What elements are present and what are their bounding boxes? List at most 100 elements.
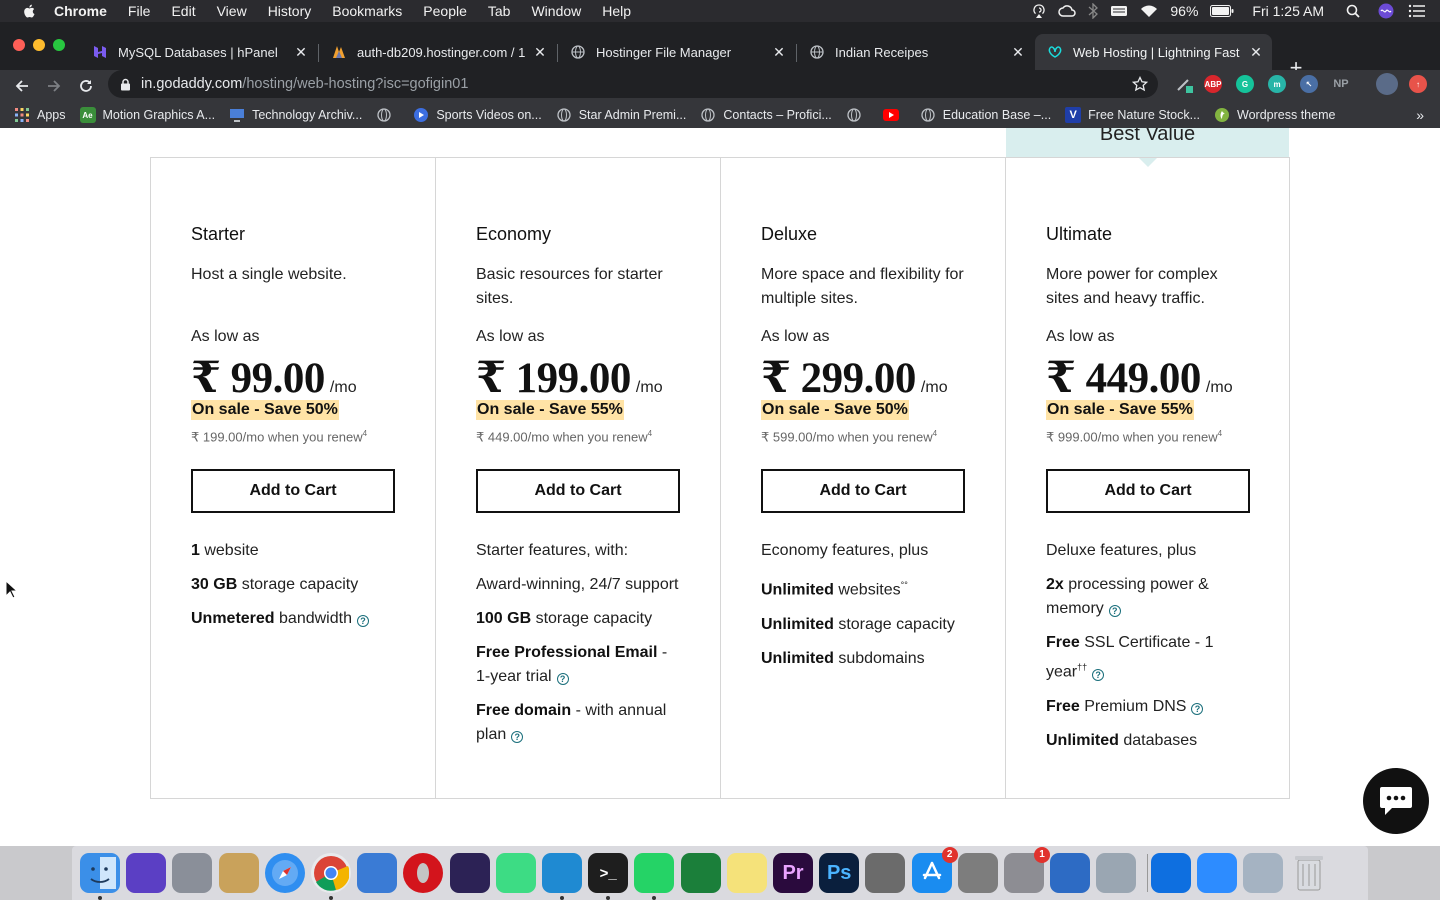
tab-close-icon[interactable]: ✕ [293,44,309,60]
dock-automator-icon[interactable] [1096,853,1137,893]
dock-sequel-elephant-icon[interactable] [957,853,998,893]
menu-tab[interactable]: Tab [488,3,511,19]
window-close-button[interactable] [13,39,25,51]
notification-center-icon[interactable] [1408,4,1426,18]
dock-chrome-icon[interactable] [311,853,351,893]
help-question-icon[interactable]: ? [356,615,369,628]
keyboard-icon[interactable] [1110,4,1128,18]
adblock-plus-icon[interactable]: ABP [1204,75,1222,93]
tab-close-icon[interactable]: ✕ [1010,44,1026,60]
wifi-icon[interactable] [1140,4,1158,18]
battery-icon[interactable] [1210,5,1234,17]
dock-whatsapp-icon[interactable] [634,853,675,893]
dock-preview-icon[interactable] [1243,853,1283,893]
tab-mysql-databases[interactable]: MySQL Databases | hPanel ✕ [80,34,317,70]
dock-zoom-icon[interactable] [1196,853,1237,893]
apple-logo-icon[interactable] [20,3,40,19]
dock-xcode-tools-icon[interactable] [357,853,398,893]
help-question-icon[interactable]: ? [511,731,524,744]
dock-terminal-icon[interactable]: >_ [588,853,629,893]
dock-premiere-icon[interactable]: Pr [773,853,813,893]
help-question-icon[interactable]: ? [1191,702,1204,715]
window-zoom-button[interactable] [53,39,65,51]
dock-app-store-icon[interactable]: 2 [911,847,958,893]
dock-vscode-icon[interactable] [542,853,582,893]
menu-view[interactable]: View [217,3,247,19]
dock-notes-icon[interactable] [726,853,767,893]
dock-android-studio-icon[interactable] [495,853,536,893]
tab-close-icon[interactable]: ✕ [532,44,548,60]
dock-launchpad-icon[interactable] [172,853,213,893]
bookmarks-overflow-chevron-icon[interactable]: » [1416,107,1424,123]
bluetooth-icon[interactable] [1088,3,1099,19]
siri-icon[interactable] [1378,3,1394,19]
dock-siri-icon[interactable] [126,853,167,893]
bookmark-sports-videos[interactable]: Sports Videos on... [413,107,542,123]
dock-finder-icon[interactable] [80,853,120,893]
dock-trash-icon[interactable] [1289,853,1329,893]
dock-system-preferences-icon[interactable]: 1 [1004,847,1050,893]
bookmark-nature-stock[interactable]: V Free Nature Stock... [1065,107,1200,123]
dock-preview-stamp-icon[interactable] [218,853,259,893]
address-bar[interactable]: in.godaddy.com/hosting/web-hosting?isc=g… [108,70,1158,98]
dock-opera-icon[interactable] [403,853,444,893]
menu-app-name[interactable]: Chrome [54,3,107,19]
tab-indian-receipes[interactable]: Indian Receipes ✕ [797,34,1034,70]
bookmark-wordpress-theme[interactable]: Wordpress theme [1214,107,1335,123]
bookmark-star-icon[interactable] [1132,76,1148,92]
plan-card-starter: Starter Host a single website. As low as… [151,158,436,798]
spotlight-search-icon[interactable] [1346,4,1360,18]
help-question-icon[interactable]: ? [556,673,569,686]
add-to-cart-button[interactable]: Add to Cart [191,469,395,514]
chat-button[interactable] [1363,768,1429,834]
menu-history[interactable]: History [268,3,312,19]
reload-button[interactable] [74,74,98,98]
bookmark-star-admin[interactable]: Star Admin Premi... [556,107,686,123]
menu-help[interactable]: Help [602,3,631,19]
help-question-icon[interactable]: ? [1092,668,1105,681]
menu-window[interactable]: Window [531,3,581,19]
tab-close-icon[interactable]: ✕ [771,44,787,60]
tab-close-icon[interactable]: ✕ [1248,44,1264,60]
menubar-clock[interactable]: Fri 1:25 AM [1252,3,1324,19]
tab-file-manager[interactable]: Hostinger File Manager ✕ [558,34,795,70]
dock-photoshop-icon[interactable]: Ps [819,853,860,893]
dock-circle-app-icon[interactable] [680,853,721,893]
extension-np-icon[interactable]: NP [1332,75,1350,93]
tab-phpmyadmin[interactable]: auth-db209.hostinger.com / 12 ✕ [319,34,556,70]
airplay-icon[interactable] [1032,3,1046,19]
extension-pen-icon[interactable] [1174,74,1194,94]
menu-file[interactable]: File [128,3,151,19]
bookmark-contacts[interactable]: Contacts – Profici... [700,107,832,123]
bookmark-globe-2[interactable] [846,107,869,123]
back-button[interactable] [10,74,34,98]
menu-edit[interactable]: Edit [171,3,195,19]
bookmark-technology-archive[interactable]: Technology Archiv... [229,107,362,123]
profile-avatar[interactable] [1376,73,1398,95]
dock-eclipse-icon[interactable] [449,853,490,893]
dock-migration-icon[interactable] [1050,853,1091,893]
add-to-cart-button[interactable]: Add to Cart [761,469,965,514]
add-to-cart-button[interactable]: Add to Cart [1046,469,1250,514]
tab-godaddy-web-hosting[interactable]: Web Hosting | Lightning Fast H ✕ [1035,34,1272,70]
extension-cursor-icon[interactable]: ↖ [1300,75,1318,93]
dock-teamviewer-icon[interactable] [1150,853,1191,893]
creative-cloud-icon[interactable] [1058,4,1077,18]
menu-people[interactable]: People [423,3,467,19]
add-to-cart-button[interactable]: Add to Cart [476,469,680,514]
bookmark-globe[interactable] [376,107,399,123]
menu-bookmarks[interactable]: Bookmarks [332,3,402,19]
extension-m-icon[interactable]: m [1268,75,1286,93]
lock-icon[interactable] [120,78,131,91]
chrome-update-icon[interactable]: ↑ [1409,75,1427,93]
bookmark-apps[interactable]: Apps [14,107,66,123]
forward-button[interactable] [42,74,66,98]
bookmark-education-base[interactable]: Education Base –... [920,107,1051,123]
bookmark-youtube[interactable] [882,107,906,123]
grammarly-icon[interactable]: G [1236,75,1254,93]
bookmark-motion-graphics[interactable]: Ae Motion Graphics A... [79,107,215,123]
window-minimize-button[interactable] [33,39,45,51]
dock-safari-icon[interactable] [264,853,305,893]
dock-screenshot-icon[interactable] [865,853,906,893]
help-question-icon[interactable]: ? [1108,605,1121,618]
